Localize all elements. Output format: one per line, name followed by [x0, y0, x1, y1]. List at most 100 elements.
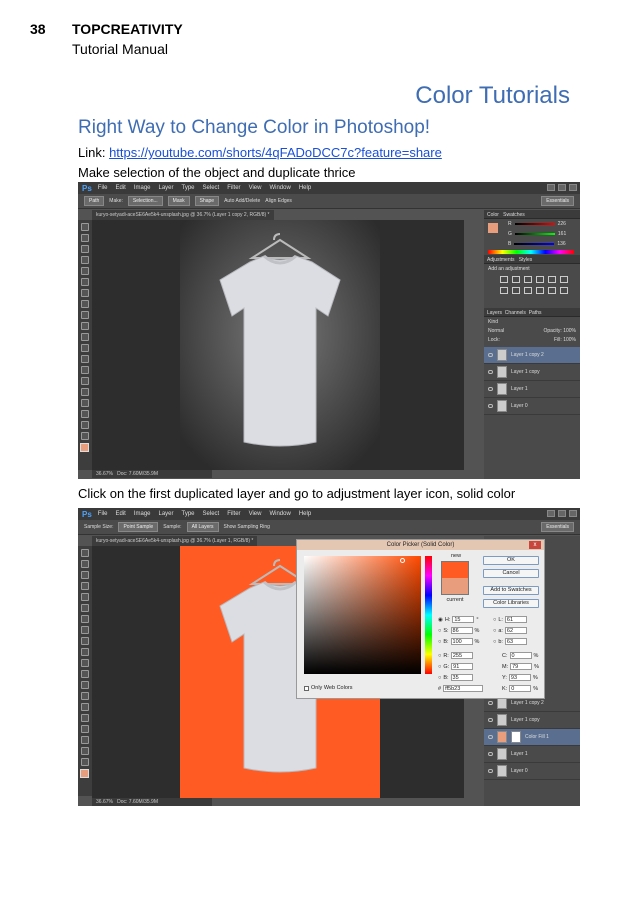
layer-row[interactable]: Layer 0: [484, 763, 580, 780]
document-tab[interactable]: kuryo-setyadi-aceSE6Ae5k4-unsplash.jpg @…: [92, 536, 258, 546]
quick-select-tool-icon[interactable]: [81, 256, 89, 264]
option-selection[interactable]: Selection...: [127, 196, 163, 206]
type-tool-icon[interactable]: [81, 388, 89, 396]
path-select-tool-icon[interactable]: [81, 725, 89, 733]
dodge-tool-icon[interactable]: [81, 692, 89, 700]
menu-type[interactable]: Type: [182, 511, 195, 517]
menu-view[interactable]: View: [249, 511, 262, 517]
menu-window[interactable]: Window: [269, 511, 290, 517]
tab-styles[interactable]: Styles: [519, 257, 533, 263]
menu-view[interactable]: View: [249, 185, 262, 191]
eye-icon[interactable]: [488, 752, 493, 756]
saturation-field[interactable]: [304, 556, 421, 674]
shape-tool-icon[interactable]: [81, 736, 89, 744]
close-icon[interactable]: x: [529, 541, 541, 549]
blur-tool-icon[interactable]: [81, 681, 89, 689]
crop-tool-icon[interactable]: [81, 267, 89, 275]
close-icon[interactable]: [569, 510, 577, 517]
channel-mixer-icon[interactable]: [536, 287, 544, 294]
marquee-tool-icon[interactable]: [81, 560, 89, 568]
eye-icon[interactable]: [488, 701, 493, 705]
layer-row[interactable]: Layer 0: [484, 398, 580, 415]
color-libraries-button[interactable]: Color Libraries: [483, 599, 539, 608]
tab-paths[interactable]: Paths: [529, 310, 542, 316]
gradient-tool-icon[interactable]: [81, 670, 89, 678]
add-to-swatches-button[interactable]: Add to Swatches: [483, 586, 539, 595]
ok-button[interactable]: OK: [483, 556, 539, 565]
eraser-tool-icon[interactable]: [81, 333, 89, 341]
type-tool-icon[interactable]: [81, 714, 89, 722]
gradient-tool-icon[interactable]: [81, 344, 89, 352]
brush-tool-icon[interactable]: [81, 626, 89, 634]
vibrance-icon[interactable]: [548, 276, 556, 283]
pen-tool-icon[interactable]: [81, 703, 89, 711]
workspace-essentials[interactable]: Essentials: [541, 522, 574, 532]
color-balance-icon[interactable]: [500, 287, 508, 294]
zoom-tool-icon[interactable]: [81, 432, 89, 440]
photo-filter-icon[interactable]: [524, 287, 532, 294]
dodge-tool-icon[interactable]: [81, 366, 89, 374]
tab-channels[interactable]: Channels: [505, 310, 526, 316]
menu-window[interactable]: Window: [269, 185, 290, 191]
foreground-color-swatch[interactable]: [80, 443, 89, 452]
eye-icon[interactable]: [488, 370, 493, 374]
brush-tool-icon[interactable]: [81, 300, 89, 308]
workspace-essentials[interactable]: Essentials: [541, 196, 574, 206]
layer-row[interactable]: Color Fill 1: [484, 729, 580, 746]
layer-row[interactable]: Layer 1 copy 2: [484, 347, 580, 364]
hand-tool-icon[interactable]: [81, 421, 89, 429]
layer-row[interactable]: Layer 1 copy: [484, 712, 580, 729]
tab-color[interactable]: Color: [487, 212, 499, 218]
eye-icon[interactable]: [488, 387, 493, 391]
zoom-tool-icon[interactable]: [81, 758, 89, 766]
option-shape[interactable]: Shape: [194, 196, 220, 206]
tab-adjustments[interactable]: Adjustments: [487, 257, 515, 263]
menu-select[interactable]: Select: [203, 185, 220, 191]
lasso-tool-icon[interactable]: [81, 571, 89, 579]
opacity-value[interactable]: 100%: [563, 328, 576, 334]
maximize-icon[interactable]: [558, 184, 566, 191]
document-tab[interactable]: kuryo-setyadi-aceSE6Ae5k4-unsplash.jpg @…: [92, 210, 274, 220]
marquee-tool-icon[interactable]: [81, 234, 89, 242]
shape-tool-icon[interactable]: [81, 410, 89, 418]
menu-layer[interactable]: Layer: [159, 511, 174, 517]
menu-filter[interactable]: Filter: [227, 185, 240, 191]
eye-icon[interactable]: [488, 718, 493, 722]
layer-filter-kind[interactable]: Kind: [488, 319, 576, 325]
option-path[interactable]: Path: [84, 196, 105, 206]
exposure-icon[interactable]: [536, 276, 544, 283]
lasso-tool-icon[interactable]: [81, 245, 89, 253]
blur-tool-icon[interactable]: [81, 355, 89, 363]
menu-help[interactable]: Help: [299, 185, 311, 191]
color-lookup-icon[interactable]: [548, 287, 556, 294]
healing-tool-icon[interactable]: [81, 615, 89, 623]
eraser-tool-icon[interactable]: [81, 659, 89, 667]
option-point-sample[interactable]: Point Sample: [118, 522, 159, 532]
history-brush-icon[interactable]: [81, 648, 89, 656]
layer-row[interactable]: Layer 1 copy: [484, 364, 580, 381]
hue-slider[interactable]: [425, 556, 432, 674]
only-web-checkbox[interactable]: [304, 685, 309, 691]
minimize-icon[interactable]: [547, 184, 555, 191]
tab-layers[interactable]: Layers: [487, 310, 502, 316]
menu-select[interactable]: Select: [203, 511, 220, 517]
eyedropper-tool-icon[interactable]: [81, 604, 89, 612]
stamp-tool-icon[interactable]: [81, 637, 89, 645]
menu-help[interactable]: Help: [299, 511, 311, 517]
menu-edit[interactable]: Edit: [115, 185, 125, 191]
brightness-icon[interactable]: [500, 276, 508, 283]
menu-file[interactable]: File: [98, 511, 108, 517]
option-all-layers[interactable]: All Layers: [186, 522, 219, 532]
option-align-edges[interactable]: Align Edges: [265, 198, 292, 204]
menu-file[interactable]: File: [98, 185, 108, 191]
color-spectrum[interactable]: [488, 250, 574, 254]
path-select-tool-icon[interactable]: [81, 399, 89, 407]
maximize-icon[interactable]: [558, 510, 566, 517]
picker-cursor[interactable]: [400, 558, 405, 563]
levels-icon[interactable]: [512, 276, 520, 283]
crop-tool-icon[interactable]: [81, 593, 89, 601]
menu-image[interactable]: Image: [134, 185, 151, 191]
option-auto-add[interactable]: Auto Add/Delete: [224, 198, 260, 204]
layer-row[interactable]: Layer 1: [484, 381, 580, 398]
cancel-button[interactable]: Cancel: [483, 569, 539, 578]
